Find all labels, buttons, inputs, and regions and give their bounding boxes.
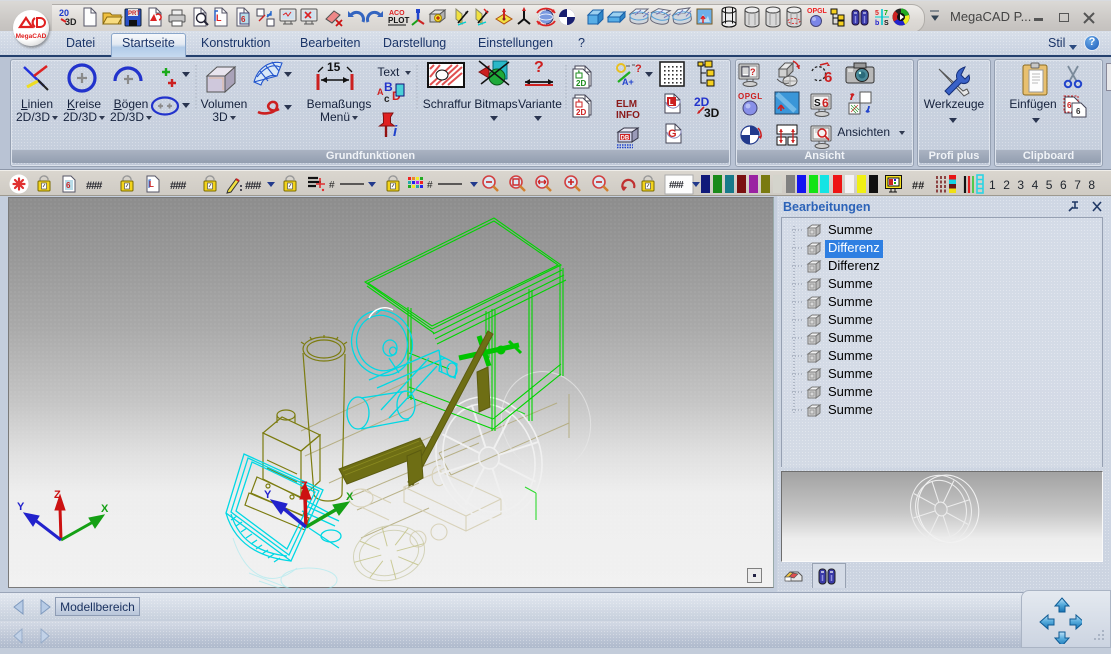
svg-text:6: 6 xyxy=(1067,101,1072,110)
svg-text:6: 6 xyxy=(66,181,71,190)
svg-text:OPGL: OPGL xyxy=(807,8,828,15)
svg-text:PLOT: PLOT xyxy=(388,16,409,25)
svg-text:3D: 3D xyxy=(704,106,720,120)
svg-text:4: 4 xyxy=(1032,178,1039,192)
svg-text:?: ? xyxy=(750,67,756,77)
svg-text:?: ? xyxy=(534,59,544,76)
svg-text:7: 7 xyxy=(1074,178,1081,192)
svg-text:L: L xyxy=(149,180,154,189)
svg-text:3D: 3D xyxy=(65,17,77,27)
svg-text:###: ### xyxy=(669,180,684,191)
svg-text:15: 15 xyxy=(327,60,341,74)
svg-text:7: 7 xyxy=(884,10,888,17)
svg-text:2: 2 xyxy=(1003,178,1010,192)
svg-text:b: b xyxy=(875,20,879,27)
svg-text:5: 5 xyxy=(875,10,879,17)
svg-text:6: 6 xyxy=(822,96,829,110)
svg-text:?: ? xyxy=(635,63,642,75)
svg-text:Y: Y xyxy=(17,501,25,513)
svg-text:2D: 2D xyxy=(576,79,586,88)
svg-text:X: X xyxy=(346,491,354,503)
svg-text:S: S xyxy=(814,98,821,109)
svg-text:6: 6 xyxy=(824,69,832,86)
svg-text:A+: A+ xyxy=(622,77,634,87)
svg-text:6: 6 xyxy=(1076,107,1081,116)
svg-text:##: ## xyxy=(912,180,924,192)
svg-text:6: 6 xyxy=(241,15,246,24)
svg-text:ELM: ELM xyxy=(616,99,637,110)
svg-text:1: 1 xyxy=(989,178,996,192)
svg-text:Z: Z xyxy=(301,480,308,492)
svg-text:A: A xyxy=(377,87,384,97)
svg-text:OPGL: OPGL xyxy=(738,92,763,101)
svg-text:5: 5 xyxy=(1046,178,1053,192)
svg-text:MegaCAD: MegaCAD xyxy=(16,33,47,40)
svg-text:INFO: INFO xyxy=(616,110,640,121)
svg-text:#: # xyxy=(427,180,433,191)
svg-text:6: 6 xyxy=(1060,178,1067,192)
svg-text:S: S xyxy=(884,20,889,27)
svg-text:#: # xyxy=(329,180,335,191)
svg-text:X: X xyxy=(101,503,109,515)
svg-text:c: c xyxy=(384,94,390,105)
svg-text:2D: 2D xyxy=(576,108,586,117)
svg-text:DB: DB xyxy=(621,136,630,142)
svg-text:Z: Z xyxy=(54,489,61,501)
svg-text:8: 8 xyxy=(1088,178,1095,192)
svg-text:Y: Y xyxy=(264,489,272,501)
svg-text:L: L xyxy=(216,13,222,23)
svg-text:3: 3 xyxy=(1017,178,1024,192)
svg-text:i: i xyxy=(393,123,398,140)
svg-text:L: L xyxy=(669,98,674,107)
svg-text:PRT: PRT xyxy=(128,11,140,17)
